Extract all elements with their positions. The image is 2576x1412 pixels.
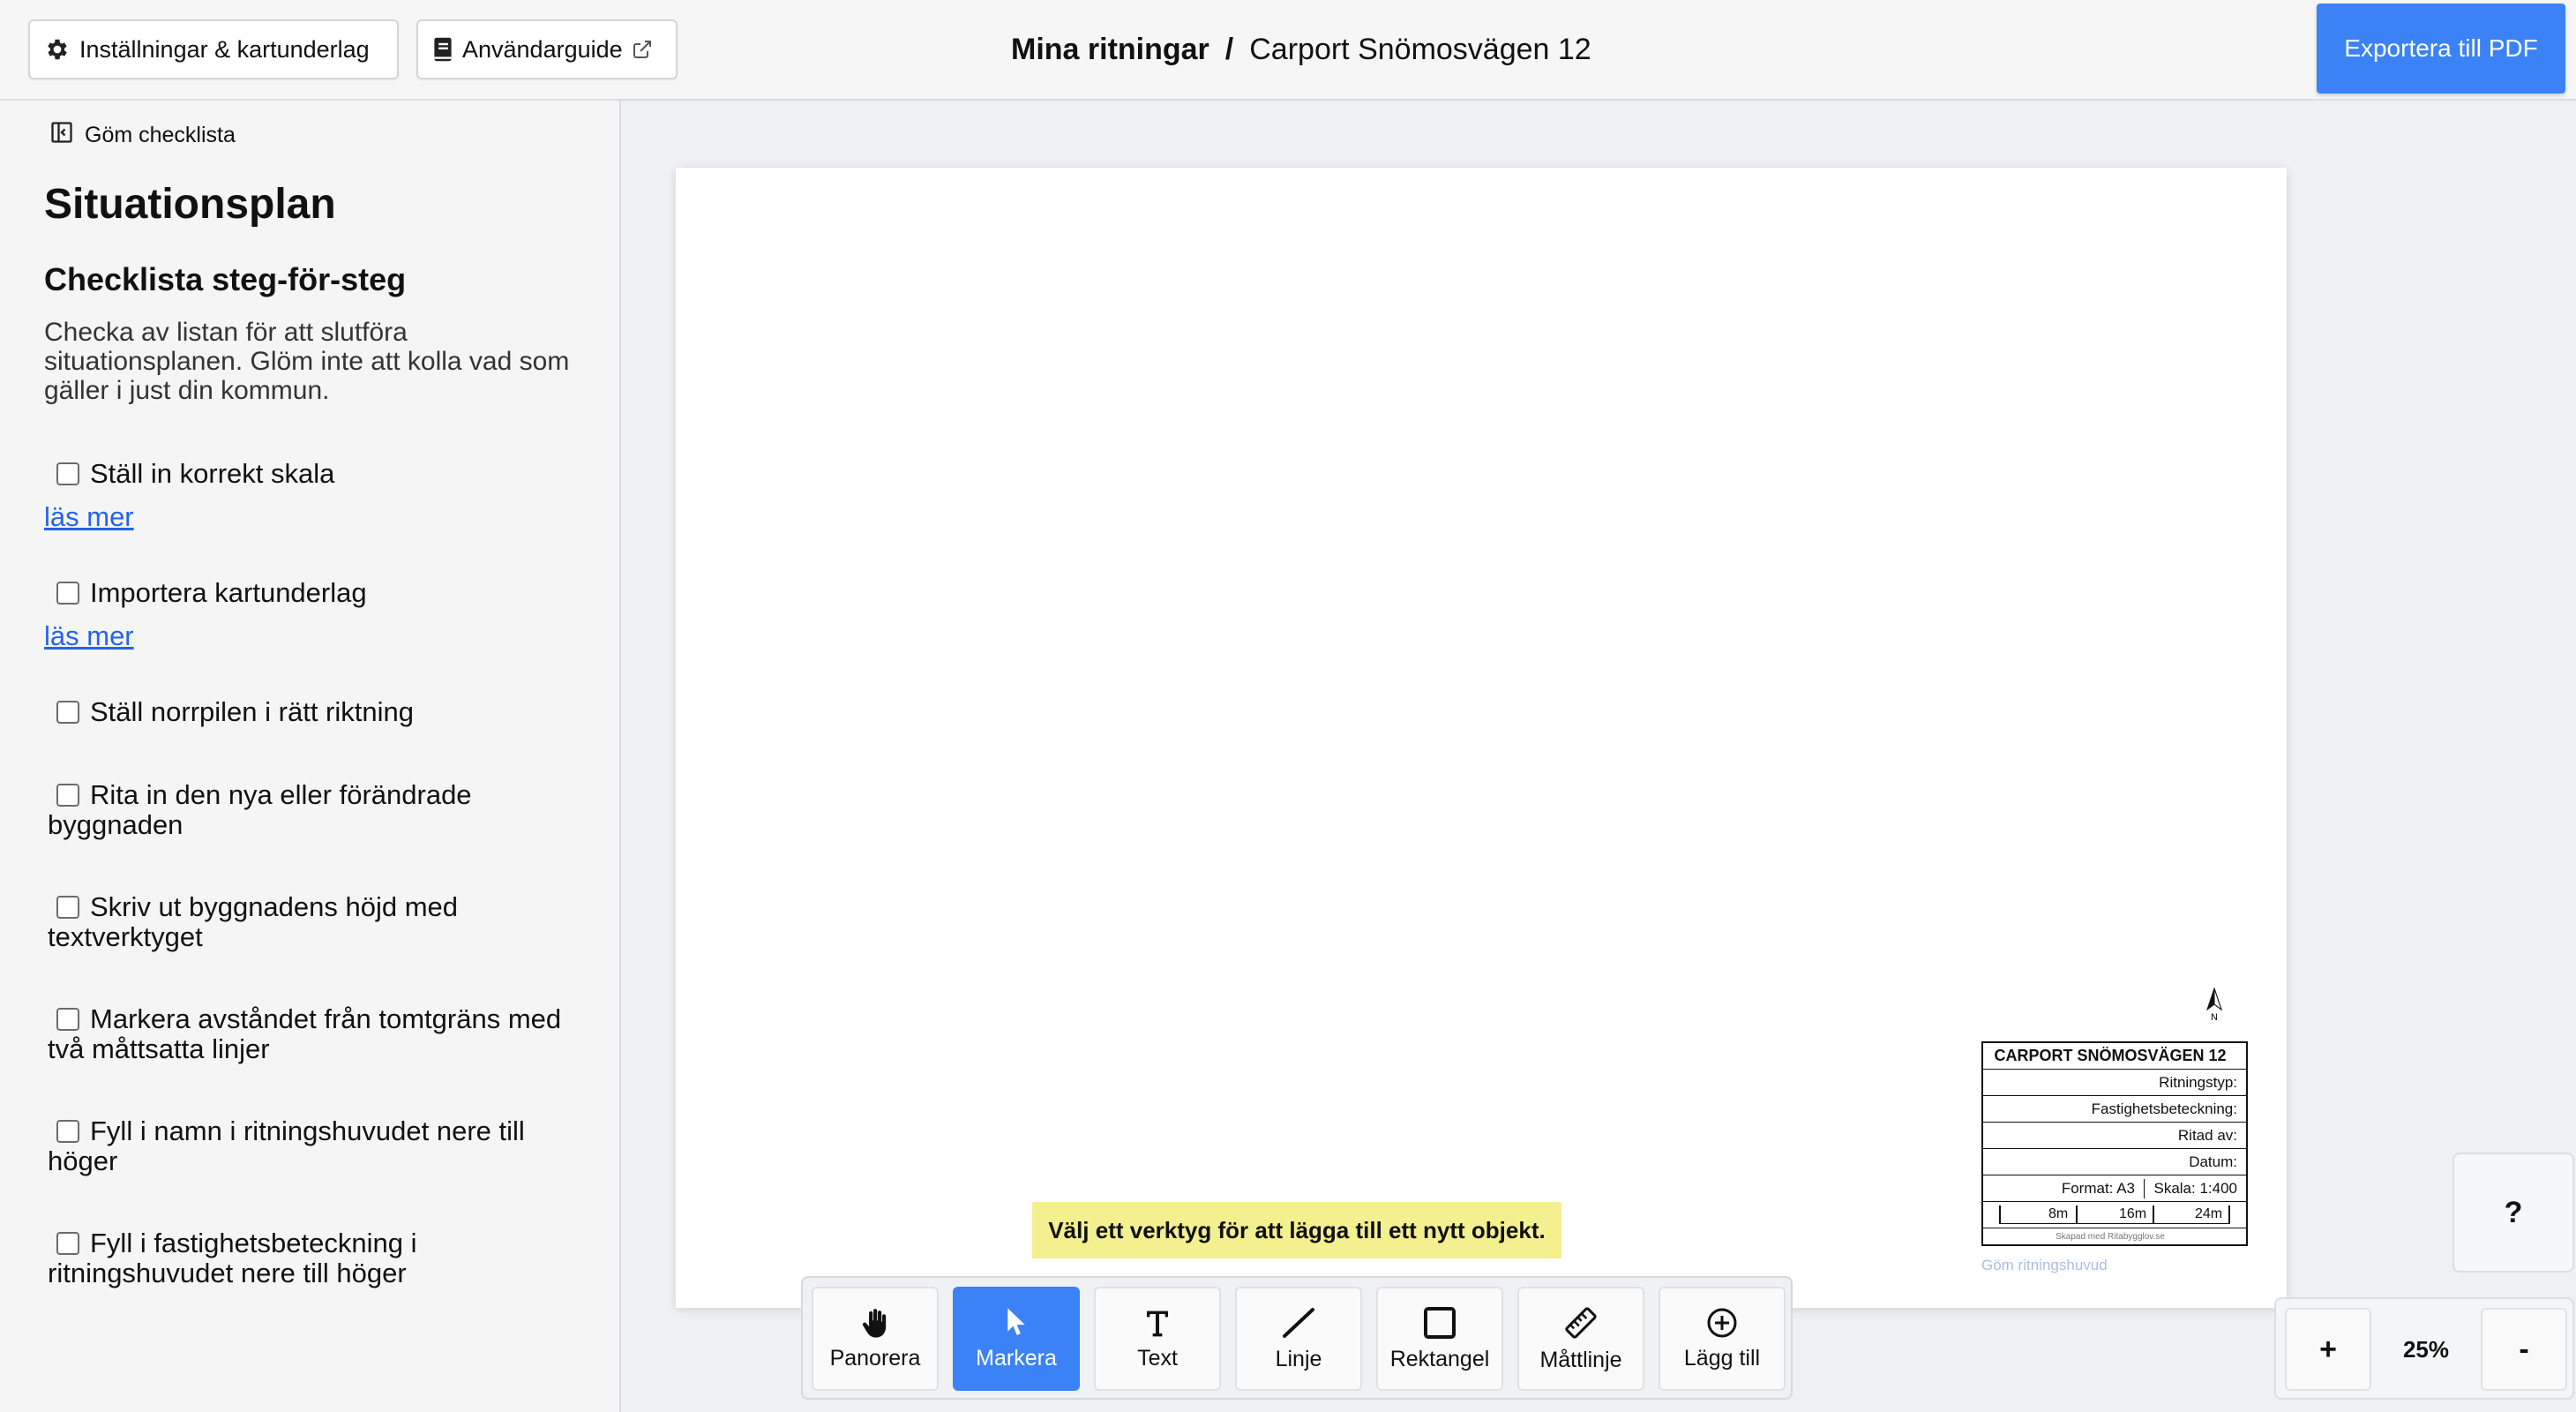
title-block-drawn-by: Ritad av: [1983, 1123, 2246, 1149]
title-block-date: Datum: [1983, 1149, 2246, 1175]
gear-icon [44, 36, 71, 63]
sidebar-subtitle: Checklista steg-för-steg [44, 261, 407, 297]
scale-bar-row: 8m 16m 24m [1983, 1202, 2246, 1228]
rectangle-icon [1423, 1306, 1456, 1340]
checklist-item: Importera kartunderlag [48, 578, 577, 608]
tool-label: Rektangel [1389, 1346, 1490, 1371]
tool-hint: Välj ett verktyg för att lägga till ett … [1032, 1202, 1561, 1258]
breadcrumb-separator: / [1224, 32, 1234, 66]
tool-label: Lägg till [1683, 1345, 1761, 1371]
title-block-title: CARPORT SNÖMOSVÄGEN 12 [1983, 1043, 2246, 1070]
scale-label: 16m [2119, 1205, 2147, 1221]
scale-bar: 8m 16m 24m [1999, 1205, 2230, 1224]
tool-dimension-line[interactable]: Måttlinje [1517, 1287, 1644, 1391]
settings-button[interactable]: Inställningar & kartunderlag [28, 19, 399, 79]
hide-checklist-button[interactable]: Göm checklista [49, 120, 236, 151]
tool-label: Markera [976, 1345, 1057, 1371]
title-block-property: Fastighetsbeteckning: [1983, 1096, 2246, 1123]
checklist-checkbox[interactable] [56, 896, 79, 919]
external-link-icon [632, 39, 653, 60]
north-arrow[interactable]: N [2202, 987, 2227, 1026]
ruler-icon [1563, 1305, 1599, 1341]
checklist-item-label: Markera avståndet från tomtgräns med två… [48, 1003, 562, 1064]
tool-label: Måttlinje [1539, 1347, 1622, 1372]
text-icon [1143, 1307, 1172, 1339]
checklist-item-label: Rita in den nya eller förändrade byggnad… [48, 779, 472, 840]
breadcrumb: Mina ritningar / Carport Snömosvägen 12 [1011, 25, 1591, 74]
book-icon [432, 36, 453, 63]
scale-label: 24m [2195, 1205, 2223, 1221]
tool-select[interactable]: Markera [953, 1287, 1080, 1391]
tool-rectangle[interactable]: Rektangel [1376, 1287, 1503, 1391]
checklist-checkbox[interactable] [56, 1008, 79, 1031]
zoom-controls: + 25% - [2274, 1297, 2574, 1400]
title-block-scale: Skala: 1:400 [2153, 1179, 2237, 1197]
hide-checklist-label: Göm checklista [85, 123, 236, 147]
checklist-item-label: Ställ norrpilen i rätt riktning [90, 696, 414, 727]
help-button[interactable]: ? [2452, 1153, 2574, 1273]
sidebar-collapse-icon [49, 120, 74, 151]
title-block-format: Format: A3 [2061, 1179, 2135, 1197]
tool-label: Panorera [829, 1345, 921, 1371]
title-block-format-row: Format: A3 Skala: 1:400 [1983, 1175, 2246, 1202]
checklist-checkbox[interactable] [56, 582, 79, 605]
checklist-sidebar: Göm checklista Situationsplan Checklista… [0, 101, 621, 1412]
sidebar-title: Situationsplan [44, 181, 336, 228]
checklist-item: Skriv ut byggnadens höjd med textverktyg… [48, 892, 577, 952]
tool-line[interactable]: Linje [1235, 1287, 1362, 1391]
hand-icon [860, 1307, 890, 1339]
checklist-checkbox[interactable] [56, 462, 79, 485]
checklist-item: Ställ norrpilen i rätt riktning [48, 697, 577, 727]
tool-add[interactable]: Lägg till [1659, 1287, 1786, 1391]
plus-circle-icon [1706, 1307, 1738, 1339]
settings-label: Inställningar & kartunderlag [79, 35, 370, 63]
breadcrumb-root[interactable]: Mina ritningar [1011, 33, 1209, 67]
checklist-checkbox[interactable] [56, 1120, 79, 1143]
zoom-in-button[interactable]: + [2285, 1308, 2371, 1391]
user-guide-label: Användarguide [462, 35, 623, 63]
checklist-item-label: Fyll i fastighetsbeteckning i ritningshu… [48, 1228, 417, 1288]
drawing-toolbar: Panorera Markera Text Linje Rektangel Må… [801, 1276, 1793, 1400]
checklist-item: Markera avståndet från tomtgräns med två… [48, 1004, 577, 1064]
scale-label: 8m [2048, 1205, 2069, 1221]
checklist-item-label: Ställ in korrekt skala [90, 458, 335, 489]
top-bar: Inställningar & kartunderlag Användargui… [0, 0, 2576, 101]
zoom-level: 25% [2402, 1335, 2450, 1363]
sidebar-description: Checka av listan för att slutföra situat… [44, 318, 570, 405]
checklist-checkbox[interactable] [56, 701, 79, 724]
breadcrumb-current: Carport Snömosvägen 12 [1249, 32, 1591, 66]
cursor-icon [1005, 1307, 1028, 1339]
drawing-title-block[interactable]: CARPORT SNÖMOSVÄGEN 12 Ritningstyp: Fast… [1981, 1041, 2248, 1246]
north-label: N [2211, 1012, 2218, 1022]
tool-label: Linje [1275, 1346, 1322, 1371]
read-more-link[interactable]: läs mer [44, 620, 134, 652]
title-block-drawing-type: Ritningstyp: [1983, 1070, 2246, 1096]
checklist-checkbox[interactable] [56, 1232, 79, 1255]
export-pdf-button[interactable]: Exportera till PDF [2317, 4, 2565, 94]
checklist-checkbox[interactable] [56, 784, 79, 807]
checklist-item-label: Fyll i namn i ritningshuvudet nere till … [48, 1115, 525, 1176]
tool-text[interactable]: Text [1094, 1287, 1221, 1391]
zoom-out-button[interactable]: - [2481, 1308, 2567, 1391]
checklist-item-label: Skriv ut byggnadens höjd med textverktyg… [48, 891, 459, 952]
line-icon [1281, 1306, 1316, 1340]
checklist-item: Ställ in korrekt skala [48, 459, 577, 489]
tool-pan[interactable]: Panorera [812, 1287, 939, 1391]
checklist-item-label: Importera kartunderlag [90, 577, 367, 608]
checklist-item: Rita in den nya eller förändrade byggnad… [48, 780, 577, 840]
hide-title-block-link[interactable]: Göm ritningshuvud [1981, 1257, 2108, 1274]
title-block-credit: Skapad med Ritabygglov.se [2056, 1231, 2165, 1242]
checklist-item: Fyll i namn i ritningshuvudet nere till … [48, 1116, 577, 1176]
tool-label: Text [1137, 1345, 1178, 1371]
read-more-link[interactable]: läs mer [44, 501, 134, 533]
checklist-item: Fyll i fastighetsbeteckning i ritningshu… [48, 1228, 577, 1288]
user-guide-button[interactable]: Användarguide [416, 19, 678, 79]
